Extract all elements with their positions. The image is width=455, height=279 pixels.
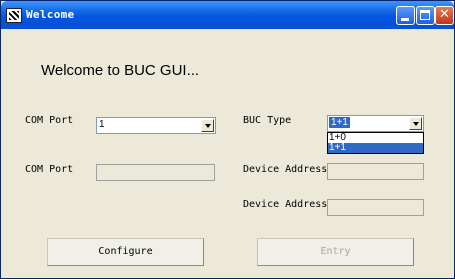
com-port-select[interactable]: 1 [96,117,216,134]
chevron-down-icon[interactable] [201,119,214,132]
minimize-button[interactable] [396,6,415,25]
device-address-1-label: Device Address 1 [243,164,340,175]
configure-button[interactable]: Configure [47,238,204,266]
app-icon[interactable] [6,8,22,23]
buc-type-select[interactable]: 1+1 [327,115,424,132]
welcome-window: Welcome Welcome to BUC GUI... COM Port 1… [0,0,455,279]
buc-type-option[interactable]: 1+1 [328,143,423,153]
buc-type-dropdown-list: 1+0 1+1 [327,132,424,154]
window-title: Welcome [26,8,75,21]
device-address-2-label: Device Address 2 [243,199,340,210]
welcome-heading: Welcome to BUC GUI... [41,62,200,79]
close-button[interactable] [435,6,454,25]
chevron-down-icon[interactable] [409,117,422,130]
device-address-1-field[interactable] [327,163,424,180]
maximize-button[interactable] [416,6,435,25]
entry-button[interactable]: Entry [257,238,414,266]
com-port-field [96,164,215,181]
device-address-2-field[interactable] [327,199,424,216]
buc-type-label: BUC Type [243,115,292,126]
com-port-label: COM Port [25,115,74,126]
com-port-value: 1 [99,119,105,130]
com-port-label-2: COM Port [25,164,74,175]
title-bar[interactable]: Welcome [1,1,454,29]
buc-type-value: 1+1 [329,117,350,128]
